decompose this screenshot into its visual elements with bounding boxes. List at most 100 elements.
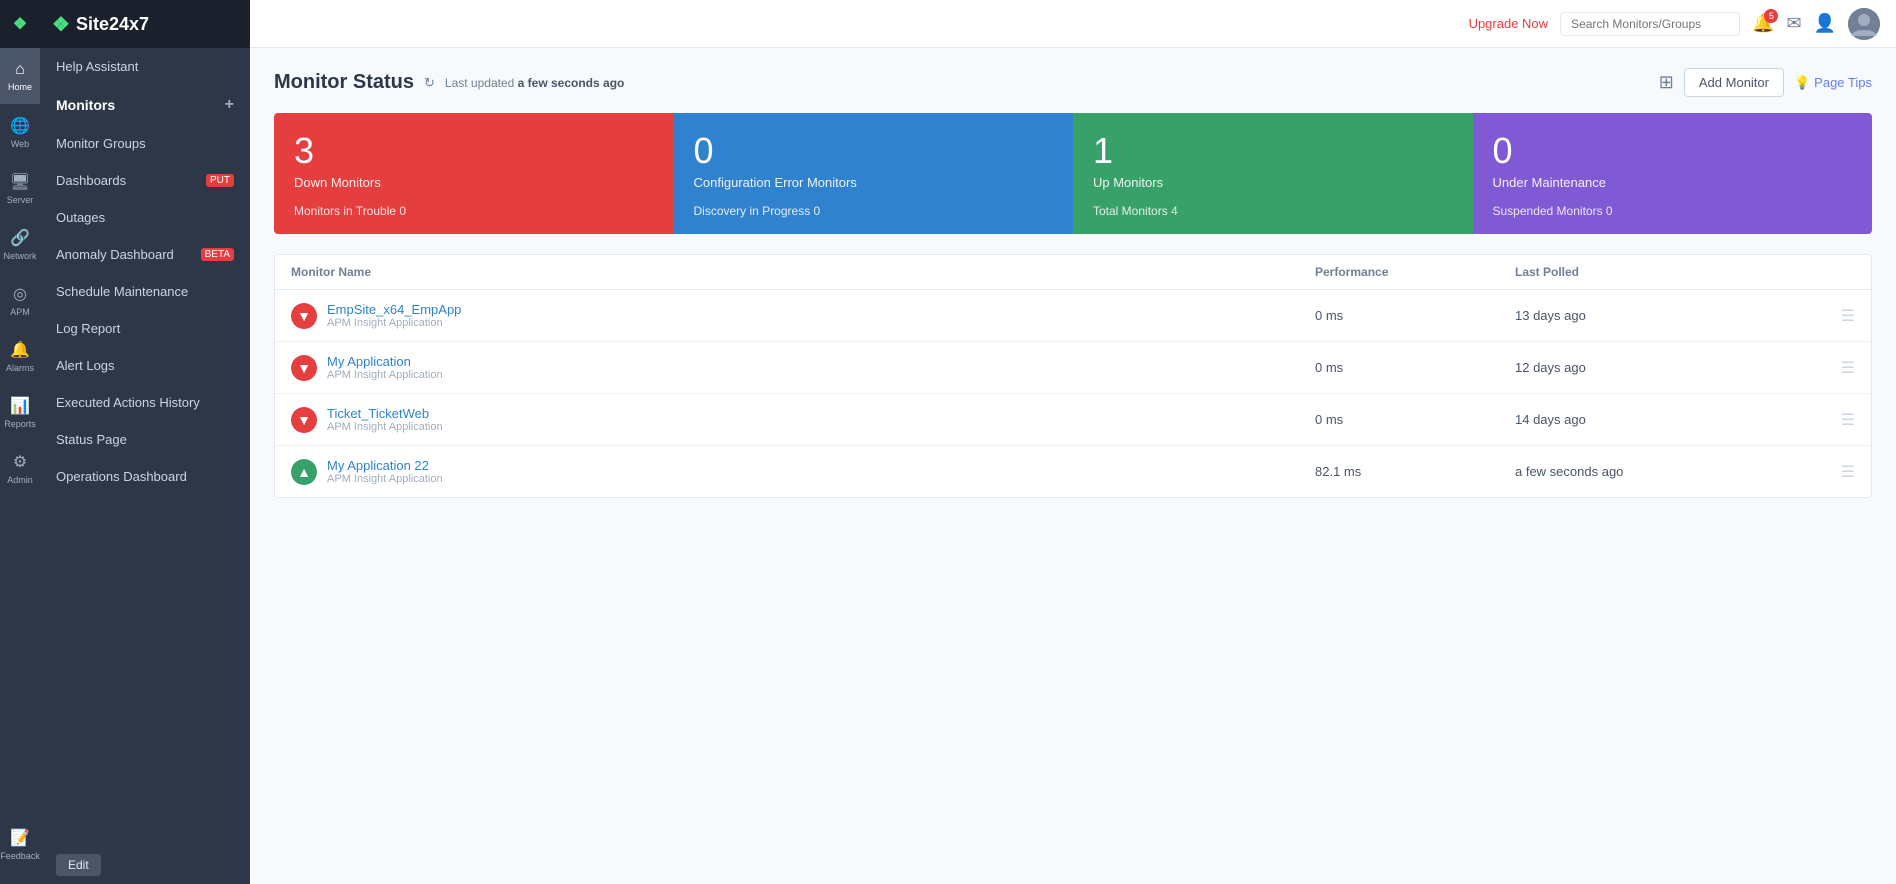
nav-reports[interactable]: 📊 Reports [0,384,40,440]
monitor-type: APM Insight Application [327,369,443,381]
nav-network[interactable]: 🔗 Network [0,216,40,272]
table-row: ▲ My Application 22 APM Insight Applicat… [275,446,1871,497]
add-monitor-button[interactable]: Add Monitor [1684,68,1784,97]
nav-reports-label: Reports [4,419,36,429]
sidebar-item-alert-logs[interactable]: Alert Logs [40,347,250,384]
add-monitor-sidebar-icon[interactable]: + [225,96,234,114]
logo-icon-area: ❖ [0,0,40,48]
sidebar-item-log-report[interactable]: Log Report [40,310,250,347]
monitor-info: My Application APM Insight Application [327,354,443,381]
outages-label: Outages [56,210,105,225]
status-card-up[interactable]: 1 Up Monitors Total Monitors 4 [1073,113,1473,234]
reports-icon: 📊 [10,396,30,416]
user-icon[interactable]: 👤 [1814,13,1836,34]
monitor-last-polled: 13 days ago [1515,308,1815,323]
feedback-icon: 📝 [10,828,30,848]
notification-badge: 5 [1764,9,1778,23]
monitors-label: Monitors [56,97,115,113]
monitor-type: APM Insight Application [327,421,443,433]
anomaly-badge: BETA [201,248,234,261]
upgrade-now-link[interactable]: Upgrade Now [1469,16,1549,31]
status-cards: 3 Down Monitors Monitors in Trouble 0 0 … [274,113,1872,234]
nav-apm[interactable]: ◎ APM [0,272,40,328]
status-card-maintenance[interactable]: 0 Under Maintenance Suspended Monitors 0 [1473,113,1873,234]
nav-web[interactable]: 🌐 Web [0,104,40,160]
sidebar: ❖ Site24x7 Help Assistant Monitors + Mon… [40,0,250,884]
arrow-up-icon: ▲ [297,464,311,480]
monitor-performance: 0 ms [1315,360,1515,375]
status-icon-up: ▲ [291,459,317,485]
sidebar-logo: ❖ Site24x7 [40,0,250,48]
topbar: Upgrade Now 🔔 5 ✉ 👤 [250,0,1896,48]
main-area: Upgrade Now 🔔 5 ✉ 👤 Monitor Status ↻ Las… [250,0,1896,884]
status-card-down[interactable]: 3 Down Monitors Monitors in Trouble 0 [274,113,674,234]
monitor-info: My Application 22 APM Insight Applicatio… [327,458,443,485]
grid-view-button[interactable]: ⊞ [1659,72,1674,93]
nav-feedback[interactable]: 📝 Feedback [0,816,40,872]
home-icon: ⌂ [15,61,25,79]
server-icon: 🖥 [10,172,30,192]
nav-server[interactable]: 🖥 Server [0,160,40,216]
monitor-name-link[interactable]: EmpSite_x64_EmpApp [327,302,461,317]
sidebar-item-monitor-groups[interactable]: Monitor Groups [40,125,250,162]
up-count: 1 [1093,133,1453,169]
page-header-left: Monitor Status ↻ Last updated a few seco… [274,71,624,94]
sidebar-item-schedule-maintenance[interactable]: Schedule Maintenance [40,273,250,310]
config-error-label: Configuration Error Monitors [694,175,1054,190]
email-icon[interactable]: ✉ [1786,13,1801,34]
row-menu-button[interactable]: ☰ [1815,462,1855,482]
page-tips-link[interactable]: 💡 Page Tips [1794,75,1872,91]
nav-network-label: Network [3,251,36,261]
monitor-name-cell: ▼ My Application APM Insight Application [291,354,1315,381]
network-icon: 🔗 [10,228,30,248]
monitor-name-link[interactable]: My Application 22 [327,458,443,473]
site24x7-logo-text: Site24x7 [76,14,149,35]
sidebar-item-status-page[interactable]: Status Page [40,421,250,458]
monitor-name-cell: ▲ My Application 22 APM Insight Applicat… [291,458,1315,485]
help-assistant-label: Help Assistant [56,59,138,74]
sidebar-item-dashboards[interactable]: Dashboards PUT [40,162,250,199]
page-header: Monitor Status ↻ Last updated a few seco… [274,68,1872,97]
sidebar-edit-button[interactable]: Edit [56,854,101,876]
page-header-right: ⊞ Add Monitor 💡 Page Tips [1659,68,1872,97]
operations-dashboard-label: Operations Dashboard [56,469,187,484]
monitor-name-link[interactable]: My Application [327,354,443,369]
monitor-last-polled: 12 days ago [1515,360,1815,375]
monitor-table-header: Monitor Name Performance Last Polled [275,255,1871,290]
anomaly-dashboard-label: Anomaly Dashboard [56,247,174,262]
monitor-performance: 0 ms [1315,412,1515,427]
user-avatar[interactable] [1848,8,1880,40]
monitor-info: Ticket_TicketWeb APM Insight Application [327,406,443,433]
last-updated-text: Last updated a few seconds ago [445,76,624,90]
refresh-icon[interactable]: ↻ [424,75,435,91]
sidebar-item-outages[interactable]: Outages [40,199,250,236]
table-row: ▼ EmpSite_x64_EmpApp APM Insight Applica… [275,290,1871,342]
monitor-table: Monitor Name Performance Last Polled ▼ E… [274,254,1872,498]
nav-home[interactable]: ⌂ Home [0,48,40,104]
col-performance: Performance [1315,265,1515,279]
row-menu-button[interactable]: ☰ [1815,410,1855,430]
row-menu-button[interactable]: ☰ [1815,306,1855,326]
monitor-type: APM Insight Application [327,317,461,329]
admin-icon: ⚙ [13,452,27,472]
nav-alarms[interactable]: 🔔 Alarms [0,328,40,384]
sidebar-item-help-assistant[interactable]: Help Assistant [40,48,250,85]
monitor-name-cell: ▼ EmpSite_x64_EmpApp APM Insight Applica… [291,302,1315,329]
dashboards-badge: PUT [206,174,234,187]
nav-admin[interactable]: ⚙ Admin [0,440,40,496]
nav-alarms-label: Alarms [6,363,34,373]
sidebar-item-executed-actions[interactable]: Executed Actions History [40,384,250,421]
search-input[interactable] [1560,12,1740,36]
content-area: Monitor Status ↻ Last updated a few seco… [250,48,1896,884]
monitor-name-link[interactable]: Ticket_TicketWeb [327,406,443,421]
executed-actions-label: Executed Actions History [56,395,200,410]
down-count: 3 [294,133,654,169]
monitor-groups-label: Monitor Groups [56,136,146,151]
status-card-config-error[interactable]: 0 Configuration Error Monitors Discovery… [674,113,1074,234]
monitor-type: APM Insight Application [327,473,443,485]
sidebar-item-operations-dashboard[interactable]: Operations Dashboard [40,458,250,495]
sidebar-item-monitors-header[interactable]: Monitors + [40,85,250,125]
bell-icon[interactable]: 🔔 5 [1752,13,1774,34]
row-menu-button[interactable]: ☰ [1815,358,1855,378]
sidebar-item-anomaly-dashboard[interactable]: Anomaly Dashboard BETA [40,236,250,273]
